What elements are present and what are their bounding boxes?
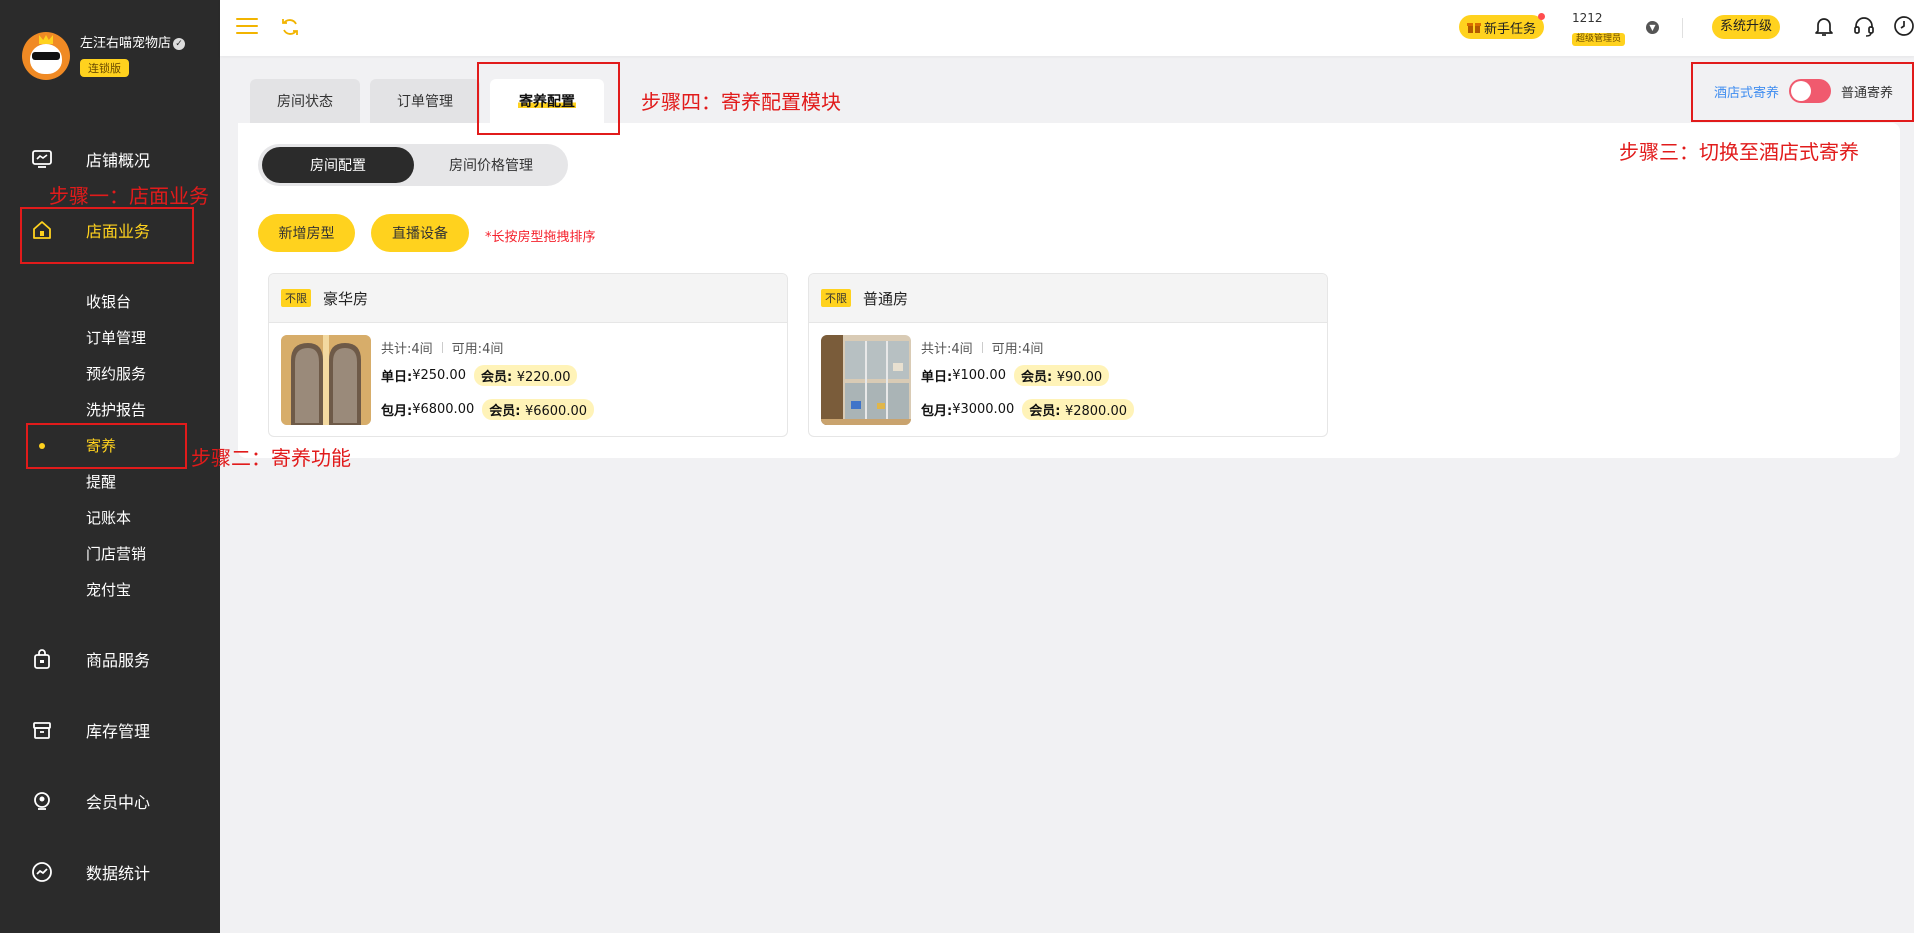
chevron-down-icon[interactable]: ▼ xyxy=(1646,21,1659,34)
user-name[interactable]: 1212 xyxy=(1572,11,1603,25)
monthly-price: ¥3000.00 xyxy=(952,401,1015,417)
monthly-member-price: ¥2800.00 xyxy=(1064,403,1127,419)
nav-label: 会员中心 xyxy=(86,793,151,812)
segment-room-pricing[interactable]: 房间价格管理 xyxy=(416,144,566,186)
subnav-pet-pay[interactable]: 宠付宝 xyxy=(86,579,131,600)
subnav-orders[interactable]: 订单管理 xyxy=(86,327,146,348)
room-total: 4间 xyxy=(411,341,433,357)
notification-dot xyxy=(1538,13,1546,20)
annotation-step1: 步骤一：店面业务 xyxy=(49,184,209,208)
room-card[interactable]: 不限 豪华房 共计: 4间 可用: 4间 单日: ¥250.00 会员: ¥220.… xyxy=(268,273,788,437)
annotation-box-step3 xyxy=(1691,62,1914,122)
config-segment: 房间配置 房间价格管理 xyxy=(258,144,568,186)
tab-order-management[interactable]: 订单管理 xyxy=(370,79,480,123)
gift-icon xyxy=(1467,23,1481,33)
beginner-tasks-label: 新手任务 xyxy=(1484,21,1537,37)
user-role-badge: 超级管理员 xyxy=(1572,33,1626,46)
store-name: 左汪右喵宠物店 ✓ xyxy=(80,32,186,51)
subnav-grooming-report[interactable]: 洗护报告 xyxy=(86,399,146,420)
nav-label: 库存管理 xyxy=(86,722,151,741)
add-room-type-button[interactable]: 新增房型 xyxy=(258,214,355,252)
subnav-cashier[interactable]: 收银台 xyxy=(86,291,131,312)
monthly-member-price: ¥6600.00 xyxy=(524,403,587,419)
room-available: 4间 xyxy=(1022,341,1044,357)
chart-icon xyxy=(29,859,55,885)
monthly-price: ¥6800.00 xyxy=(412,401,475,417)
annotation-box-step1 xyxy=(20,207,194,264)
nav-member-center[interactable]: 会员中心 xyxy=(0,783,220,819)
daily-member-price: ¥90.00 xyxy=(1056,369,1103,385)
nav-statistics[interactable]: 数据统计 xyxy=(0,854,220,890)
nav-label: 店铺概况 xyxy=(86,151,151,170)
beginner-tasks-button[interactable]: 新手任务 xyxy=(1459,13,1546,39)
annotation-box-step4 xyxy=(477,62,620,135)
nav-store-overview[interactable]: 店铺概况 xyxy=(0,141,220,177)
room-card-header: 不限 普通房 xyxy=(809,274,1327,323)
annotation-step3: 步骤三：切换至酒店式寄养 xyxy=(1619,140,1859,164)
subnav-reminders[interactable]: 提醒 xyxy=(86,471,116,492)
room-photo xyxy=(821,335,911,425)
room-available: 4间 xyxy=(482,341,504,357)
system-upgrade-button[interactable]: 系统升级 xyxy=(1712,15,1781,39)
menu-toggle-icon[interactable] xyxy=(236,18,258,34)
nav-label: 商品服务 xyxy=(86,651,151,670)
top-header: 新手任务 1212 超级管理员 ▼ 系统升级 xyxy=(220,0,1914,56)
clock-icon[interactable] xyxy=(1892,14,1914,38)
boarding-config-panel: 房间配置 房间价格管理 新增房型 直播设备 *长按房型拖拽排序 不限 豪华房 共… xyxy=(238,123,1900,458)
headset-icon[interactable] xyxy=(1852,14,1876,38)
bell-icon[interactable] xyxy=(1812,14,1836,38)
room-photo xyxy=(281,335,371,425)
nav-label: 数据统计 xyxy=(86,864,151,883)
room-tag: 不限 xyxy=(821,289,851,307)
nav-inventory[interactable]: 库存管理 xyxy=(0,712,220,748)
room-card[interactable]: 不限 普通房 共计: 4间 可用: 4间 单日: ¥100.00 会员: ¥90.0… xyxy=(808,273,1328,437)
subnav-marketing[interactable]: 门店营销 xyxy=(86,543,146,564)
room-total: 4间 xyxy=(951,341,973,357)
room-tag: 不限 xyxy=(281,289,311,307)
room-card-header: 不限 豪华房 xyxy=(269,274,787,323)
daily-member-price: ¥220.00 xyxy=(516,369,571,385)
room-name: 普通房 xyxy=(863,290,909,308)
box-icon xyxy=(29,717,55,743)
daily-price: ¥250.00 xyxy=(412,367,466,383)
room-info: 共计: 4间 可用: 4间 单日: ¥100.00 会员: ¥90.00 包月: ¥… xyxy=(921,336,1321,426)
live-device-button[interactable]: 直播设备 xyxy=(371,214,469,252)
annotation-box-step2 xyxy=(26,423,187,469)
segment-room-config[interactable]: 房间配置 xyxy=(262,147,414,183)
room-name: 豪华房 xyxy=(323,290,369,308)
tab-room-status[interactable]: 房间状态 xyxy=(250,79,360,123)
store-edition-badge: 连锁版 xyxy=(80,59,129,77)
store-avatar xyxy=(22,32,70,80)
member-icon xyxy=(29,788,55,814)
subnav-appointments[interactable]: 预约服务 xyxy=(86,363,146,384)
refresh-icon[interactable] xyxy=(280,17,300,37)
annotation-step4: 步骤四：寄养配置模块 xyxy=(641,90,841,114)
room-info: 共计: 4间 可用: 4间 单日: ¥250.00 会员: ¥220.00 包月: … xyxy=(381,336,781,426)
subnav-ledger[interactable]: 记账本 xyxy=(86,507,131,528)
store-info[interactable]: 左汪右喵宠物店 ✓ 连锁版 xyxy=(22,28,212,84)
divider xyxy=(1682,18,1683,38)
sort-hint: *长按房型拖拽排序 xyxy=(485,230,596,245)
annotation-step2: 步骤二：寄养功能 xyxy=(191,446,351,470)
nav-goods-services[interactable]: 商品服务 xyxy=(0,641,220,677)
monitor-icon xyxy=(29,146,55,172)
bag-icon xyxy=(29,646,55,672)
verified-icon: ✓ xyxy=(173,38,186,50)
daily-price: ¥100.00 xyxy=(952,367,1006,383)
